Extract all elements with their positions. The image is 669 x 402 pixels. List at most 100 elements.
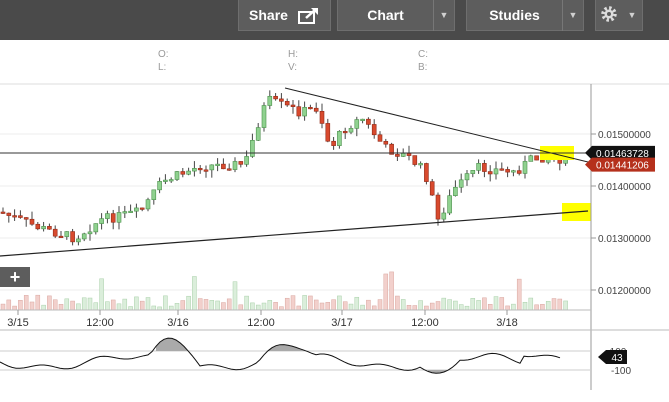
volume-bar <box>261 302 267 311</box>
volume-bar <box>244 295 249 311</box>
volume-bar <box>342 301 348 311</box>
candle <box>168 177 174 183</box>
volume-bar <box>412 305 418 311</box>
volume-bar <box>557 298 563 311</box>
volume-bar <box>284 297 290 311</box>
volume-bar <box>232 281 238 311</box>
candle <box>499 162 505 171</box>
volume-bar <box>545 301 551 311</box>
candle <box>110 209 116 230</box>
candle <box>18 210 23 219</box>
volume-bar <box>267 300 273 311</box>
candle <box>29 211 35 226</box>
candle <box>221 158 226 170</box>
candle <box>308 104 313 110</box>
volume-bar <box>168 305 174 311</box>
volume-bar <box>122 298 128 311</box>
volume-bar <box>180 300 186 311</box>
candle <box>250 133 255 158</box>
candle <box>145 197 151 212</box>
candle <box>447 189 452 216</box>
volume-bar <box>41 304 46 311</box>
volume-bar <box>6 299 12 311</box>
price-chart[interactable]: 0.01500000 0.01400000 0.01300000 0.01200000… <box>0 0 669 402</box>
volume-bar <box>296 305 302 311</box>
volume-bar <box>348 303 354 311</box>
candle <box>453 180 458 197</box>
candle <box>313 102 319 114</box>
candle <box>534 155 539 161</box>
candle <box>99 213 104 230</box>
volume-bar <box>47 295 52 311</box>
volume-bar <box>226 298 232 311</box>
candle <box>261 102 267 132</box>
volume-bar <box>377 299 383 311</box>
candle <box>302 101 307 121</box>
volume-bar <box>93 302 99 311</box>
x-axis: 3/15 12:00 3/16 12:00 3/17 12:00 3/18 <box>7 310 518 329</box>
volume-bar <box>116 303 122 311</box>
volume-bar <box>58 304 64 311</box>
volume-bar <box>476 300 481 311</box>
candle <box>58 230 64 238</box>
volume-bar <box>325 302 331 311</box>
volume-bar <box>255 304 261 311</box>
candle <box>238 161 244 168</box>
candle <box>70 228 75 246</box>
volume-bar <box>221 302 226 311</box>
candle <box>64 231 70 240</box>
candle <box>464 169 470 186</box>
volume-bar <box>313 299 319 311</box>
candle <box>226 163 232 171</box>
x-tick-label: 3/15 <box>7 317 28 329</box>
candle <box>371 119 377 139</box>
candle <box>325 118 331 143</box>
candle <box>284 98 290 107</box>
candle <box>493 161 499 180</box>
candle <box>319 103 325 129</box>
volume-bar <box>64 298 70 311</box>
add-study-button[interactable]: + <box>0 267 30 287</box>
plus-icon: + <box>10 267 21 287</box>
candle <box>354 116 360 137</box>
volume-bar <box>354 296 360 311</box>
candle <box>360 118 365 124</box>
volume-bar <box>139 300 145 311</box>
candle <box>279 93 284 109</box>
volume-bar <box>215 300 220 311</box>
volume-bar <box>447 299 452 311</box>
candle <box>197 165 203 174</box>
candle <box>203 165 209 178</box>
trendline-upper[interactable] <box>284 87 589 163</box>
candle <box>418 161 423 169</box>
candle <box>93 223 99 235</box>
candle <box>331 137 336 150</box>
volume-bar <box>406 305 412 311</box>
candle <box>128 204 133 213</box>
candle <box>180 167 186 178</box>
volume-bar <box>128 306 133 311</box>
candle <box>215 158 220 172</box>
candle <box>23 217 29 227</box>
volume-bar <box>209 300 215 311</box>
candle <box>267 90 273 110</box>
volume-bar <box>453 300 458 311</box>
volume-bar <box>76 303 81 311</box>
volume-bar <box>23 295 29 311</box>
volume-bar <box>186 295 191 311</box>
candle <box>348 125 354 135</box>
volume-bar <box>151 305 157 311</box>
volume-bar <box>540 304 545 311</box>
x-tick-label: 12:00 <box>247 317 275 329</box>
candle <box>395 148 400 162</box>
indicator-fill <box>156 338 452 374</box>
candle <box>47 223 52 230</box>
candle <box>41 221 46 232</box>
candle <box>435 192 441 226</box>
volume-bar <box>81 297 87 311</box>
candle <box>516 165 522 176</box>
volume-bar <box>70 300 75 311</box>
candle <box>151 189 157 205</box>
candle <box>476 159 481 174</box>
x-tick-label: 12:00 <box>411 317 439 329</box>
